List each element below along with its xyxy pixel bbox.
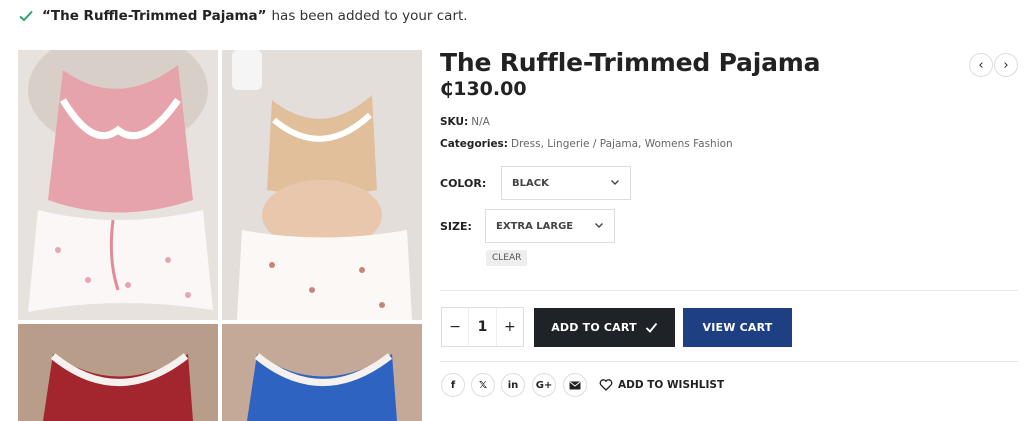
- product-image-red[interactable]: [18, 324, 218, 421]
- color-select[interactable]: BLACK: [501, 166, 631, 200]
- size-select-value: EXTRA LARGE: [496, 220, 574, 232]
- quantity-input[interactable]: 1: [468, 308, 497, 346]
- cart-added-notice: “The Ruffle-Trimmed Pajama” has been add…: [18, 6, 468, 26]
- size-select[interactable]: EXTRA LARGE: [485, 209, 615, 243]
- product-title: The Ruffle-Trimmed Pajama: [440, 48, 821, 77]
- envelope-icon: [569, 381, 581, 389]
- checkmark-icon: [19, 10, 33, 22]
- product-gallery: [18, 50, 422, 421]
- product-image-blue[interactable]: [222, 324, 422, 421]
- size-label: SIZE:: [440, 220, 472, 233]
- notice-product-name: “The Ruffle-Trimmed Pajama”: [42, 8, 267, 24]
- color-select-value: BLACK: [512, 177, 549, 189]
- google-plus-icon[interactable]: G+: [532, 373, 556, 397]
- divider: [440, 290, 1018, 291]
- add-to-cart-button[interactable]: ADD TO CART: [534, 308, 675, 347]
- categories-label: Categories:: [440, 138, 509, 150]
- prev-product-button[interactable]: ‹: [969, 53, 993, 77]
- color-label: COLOR:: [440, 177, 487, 190]
- quantity-stepper[interactable]: − 1 +: [441, 307, 524, 347]
- sku-value: N/A: [471, 116, 490, 128]
- category-link[interactable]: Dress: [511, 138, 541, 150]
- sku-label: SKU:: [440, 116, 469, 128]
- chevron-down-icon: [595, 223, 603, 228]
- quantity-minus-button[interactable]: −: [442, 319, 468, 335]
- quantity-plus-button[interactable]: +: [497, 319, 523, 335]
- category-link[interactable]: Lingerie / Pajama: [547, 138, 638, 150]
- x-icon[interactable]: 𝕏: [471, 373, 495, 397]
- facebook-icon[interactable]: f: [441, 373, 465, 397]
- divider: [440, 361, 1018, 362]
- heart-icon: [599, 379, 613, 391]
- next-product-button[interactable]: ›: [994, 53, 1018, 77]
- categories-line: Categories: Dress, Lingerie / Pajama, Wom…: [440, 138, 733, 150]
- notice-message: has been added to your cart.: [271, 8, 468, 24]
- clear-variations-button[interactable]: CLEAR: [486, 250, 528, 266]
- product-image-pink[interactable]: [18, 50, 218, 320]
- sku-line: SKU: N/A: [440, 116, 490, 128]
- checkmark-icon: [645, 322, 657, 333]
- wishlist-label: ADD TO WISHLIST: [618, 379, 725, 391]
- category-link[interactable]: Womens Fashion: [645, 138, 733, 150]
- add-to-wishlist-link[interactable]: ADD TO WISHLIST: [599, 378, 724, 392]
- linkedin-icon[interactable]: in: [501, 373, 525, 397]
- chevron-down-icon: [611, 180, 619, 185]
- product-image-tan[interactable]: [222, 50, 422, 320]
- add-to-cart-label: ADD TO CART: [551, 321, 637, 334]
- email-icon[interactable]: [563, 373, 587, 397]
- view-cart-button[interactable]: VIEW CART: [683, 308, 792, 347]
- product-price: ₵130.00: [440, 78, 527, 100]
